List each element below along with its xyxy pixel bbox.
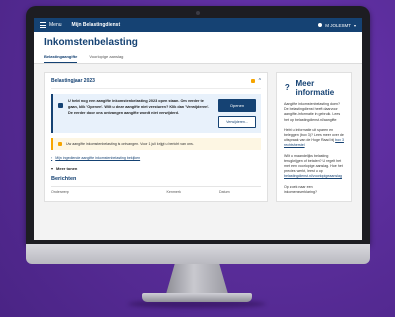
panel-header[interactable]: Belastingjaar 2023 ^ (51, 78, 261, 89)
tax-year-panel: Belastingjaar 2023 ^ U hebt nog een aang… (44, 72, 268, 203)
user-menu[interactable]: M JOLESMT ▾ (318, 23, 356, 28)
question-mark-icon: ? (284, 83, 290, 92)
info-paragraph: Op zoek naar een inkomensverklaring? (284, 184, 317, 194)
info-icon (58, 103, 63, 108)
messages-table-header: Onderwerp Kenmerk Datum (51, 186, 261, 194)
info-paragraph: Hebt u informatie uit sparen en beleggen… (284, 127, 344, 148)
tab-belastingaangifte[interactable]: Belastingaangifte (44, 54, 78, 63)
arrow-right-icon: › (51, 156, 53, 160)
column-header[interactable]: Onderwerp (51, 190, 167, 194)
more-info-sidebar: ? Meer informatie Aangifte inkomstenbela… (276, 72, 352, 203)
page-header: Inkomstenbelasting Belastingaangifte Voo… (34, 32, 362, 64)
more-info-header: ? Meer informatie (284, 79, 344, 97)
messages-title: Berichten (51, 176, 77, 182)
link-label: Mijn ingediende aangifte inkomstenbelast… (55, 156, 141, 160)
monitor-bezel: Menu Mijn Belastingdienst M JOLESMT ▾ In… (26, 6, 370, 244)
open-button[interactable]: Openen (218, 99, 256, 112)
screen: Menu Mijn Belastingdienst M JOLESMT ▾ In… (34, 18, 362, 240)
menu-button[interactable]: Menu (40, 22, 62, 28)
open-declaration-text: U hebt nog een aangifte inkomstenbelasti… (68, 99, 210, 115)
hamburger-icon (40, 22, 46, 28)
flag-icon (250, 79, 255, 83)
user-name: M JOLESMT (325, 22, 351, 28)
top-navigation-bar: Menu Mijn Belastingdienst M JOLESMT ▾ (34, 18, 362, 32)
info-paragraph: Wilt u maandelijks belasting terugkrijge… (284, 153, 343, 179)
tax-year-title: Belastingjaar 2023 (51, 78, 95, 84)
menu-label: Menu (49, 22, 62, 28)
monitor-chin (26, 244, 370, 264)
show-more-button[interactable]: ▾ Meer tonen (51, 166, 261, 171)
tab-voorlopige-aanslag[interactable]: Voorlopige aanslag (89, 54, 123, 63)
page-title: Inkomstenbelasting (44, 37, 138, 48)
info-paragraph: Aangifte inkomstenbelasting doen? De bel… (284, 102, 341, 122)
chevron-down-icon: ▾ (353, 22, 356, 28)
delete-button[interactable]: Verwijderen... (218, 116, 256, 128)
warning-icon (58, 142, 62, 146)
view-submitted-declaration-link[interactable]: › Mijn ingediende aangifte inkomstenbela… (51, 156, 261, 160)
received-notice: Uw aangifte inkomstenbelasting is ontvan… (51, 138, 261, 150)
chevron-up-icon[interactable]: ^ (259, 78, 261, 84)
tab-bar: Belastingaangifte Voorlopige aanslag (44, 54, 352, 63)
column-header[interactable]: Datum (219, 190, 261, 194)
camera-icon (196, 11, 200, 15)
monitor-stand (166, 264, 228, 294)
received-text: Uw aangifte inkomstenbelasting is ontvan… (66, 142, 194, 146)
monitor: Menu Mijn Belastingdienst M JOLESMT ▾ In… (26, 6, 370, 264)
user-icon (318, 23, 323, 27)
app-title[interactable]: Mijn Belastingdienst (72, 22, 121, 28)
column-header[interactable]: Kenmerk (167, 190, 220, 194)
main-content: Belastingjaar 2023 ^ U hebt nog een aang… (34, 64, 362, 210)
chevron-down-icon: ▾ (51, 166, 54, 171)
show-more-label: Meer tonen (56, 166, 78, 171)
more-info-title: Meer informatie (295, 79, 335, 97)
open-declaration-notice: U hebt nog een aangifte inkomstenbelasti… (51, 94, 261, 133)
monitor-base (142, 293, 252, 302)
voorlopige-aanslag-link[interactable]: belastingdienst.nl/voorlopigeaanslag (284, 174, 342, 178)
